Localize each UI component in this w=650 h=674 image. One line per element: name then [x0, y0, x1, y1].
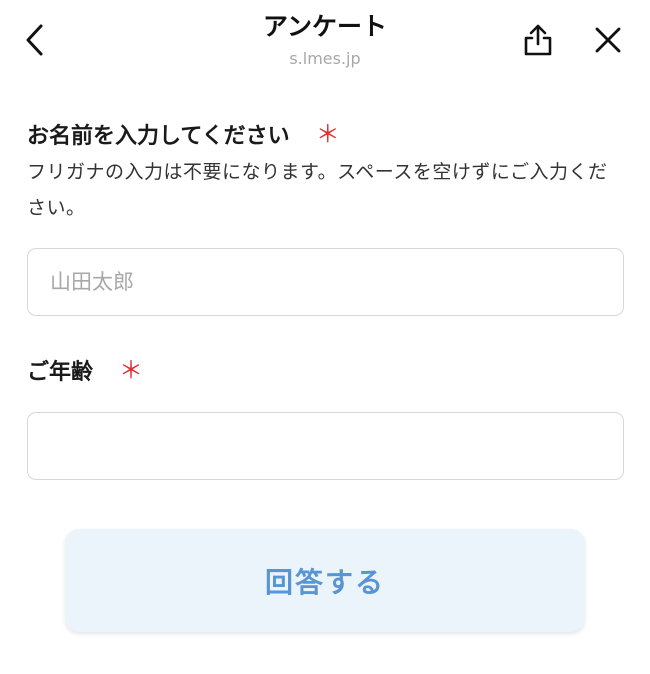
close-icon [595, 27, 621, 53]
back-button[interactable] [13, 18, 57, 62]
required-mark: ＊ [315, 120, 340, 148]
page-title: アンケート [262, 12, 387, 41]
required-mark: ＊ [119, 356, 144, 384]
name-field-description: フリガナの入力は不要になります。スペースを空けずにご入力ください。 [27, 161, 608, 219]
age-input[interactable] [27, 412, 624, 480]
title-block: アンケート s.lmes.jp [150, 10, 500, 70]
page-domain: s.lmes.jp [289, 49, 361, 68]
chevron-left-icon [26, 24, 43, 56]
submit-button[interactable]: 回答する [65, 529, 585, 632]
share-icon [524, 24, 552, 56]
share-button[interactable] [516, 18, 560, 62]
age-field-label: ご年齢 [27, 360, 94, 385]
name-input[interactable] [27, 248, 624, 316]
close-button[interactable] [586, 18, 630, 62]
age-field-label-row: ご年齢 ＊ [27, 350, 624, 390]
header: アンケート s.lmes.jp [0, 0, 650, 84]
name-field-label-row: お名前を入力してください ＊ [27, 114, 624, 154]
survey-form: お名前を入力してください ＊ フリガナの入力は不要になります。スペースを空けずに… [27, 114, 624, 480]
name-field-label: お名前を入力してください [27, 124, 290, 149]
